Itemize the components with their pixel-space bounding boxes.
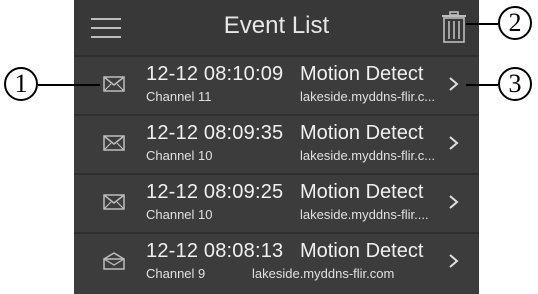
event-channel: Channel 9 bbox=[146, 266, 206, 281]
chevron-right-icon[interactable] bbox=[447, 192, 461, 212]
callout-1-line bbox=[38, 84, 100, 86]
callout-3-line bbox=[466, 84, 498, 86]
trash-icon[interactable] bbox=[441, 11, 467, 43]
callout-2-line bbox=[466, 23, 498, 25]
event-list-screen: Event List 12-12 08:10:09 Motion Detect … bbox=[74, 0, 479, 294]
event-row[interactable]: 12-12 08:09:25 Motion Detect Channel 10 … bbox=[74, 173, 479, 232]
event-type: Motion Detect bbox=[300, 122, 424, 144]
chevron-right-icon[interactable] bbox=[447, 251, 461, 271]
event-row[interactable]: 12-12 08:10:09 Motion Detect Channel 11 … bbox=[74, 55, 479, 114]
envelope-closed-icon bbox=[103, 194, 125, 210]
event-row[interactable]: 12-12 08:08:13 Motion Detect Channel 9 l… bbox=[74, 232, 479, 294]
event-channel: Channel 10 bbox=[146, 148, 213, 163]
event-host: lakeside.myddns-flir.c... bbox=[300, 148, 436, 163]
event-type: Motion Detect bbox=[300, 63, 424, 85]
callout-1: 1 bbox=[4, 67, 38, 101]
event-datetime: 12-12 08:09:25 bbox=[146, 181, 284, 203]
chevron-right-icon[interactable] bbox=[447, 133, 461, 153]
event-channel: Channel 11 bbox=[146, 89, 212, 104]
event-host: lakeside.myddns-flir.c... bbox=[300, 89, 436, 104]
envelope-open-icon bbox=[103, 252, 125, 270]
event-type: Motion Detect bbox=[300, 181, 424, 203]
event-host: lakeside.myddns-flir.... bbox=[300, 207, 429, 222]
event-datetime: 12-12 08:08:13 bbox=[146, 240, 284, 262]
page-title: Event List bbox=[223, 12, 330, 39]
event-channel: Channel 10 bbox=[146, 207, 213, 222]
event-row[interactable]: 12-12 08:09:35 Motion Detect Channel 10 … bbox=[74, 114, 479, 173]
app-header: Event List bbox=[74, 0, 479, 55]
envelope-closed-icon bbox=[103, 76, 125, 92]
event-host: lakeside.myddns-flir.com bbox=[252, 266, 395, 281]
event-datetime: 12-12 08:10:09 bbox=[146, 63, 284, 85]
event-datetime: 12-12 08:09:35 bbox=[146, 122, 284, 144]
chevron-right-icon[interactable] bbox=[447, 74, 461, 94]
callout-3: 3 bbox=[498, 67, 532, 101]
event-type: Motion Detect bbox=[300, 240, 424, 262]
callout-2: 2 bbox=[498, 6, 532, 40]
envelope-closed-icon bbox=[103, 135, 125, 151]
